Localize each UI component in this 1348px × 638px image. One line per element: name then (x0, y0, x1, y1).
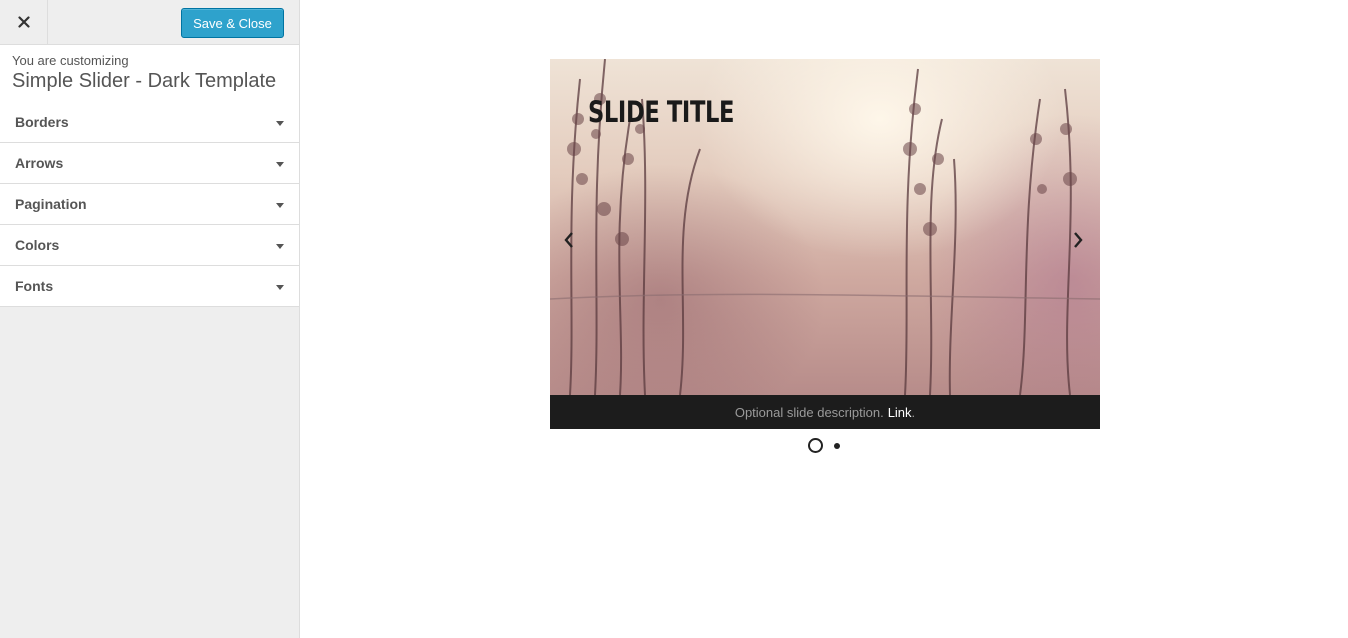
chevron-right-icon (1074, 232, 1083, 248)
section-label: Arrows (15, 155, 64, 171)
customizer-sidebar: Save & Close You are customizing Simple … (0, 0, 300, 638)
prev-arrow[interactable] (562, 231, 576, 249)
caret-down-icon (276, 285, 284, 290)
caret-down-icon (276, 121, 284, 126)
section-label: Fonts (15, 278, 54, 294)
section-pagination[interactable]: Pagination (0, 184, 299, 225)
pagination-dot-1[interactable] (808, 438, 823, 453)
slide-image: SLIDE TITLE (550, 59, 1100, 395)
customizing-info: You are customizing Simple Slider - Dark… (0, 45, 299, 103)
slider-preview: SLIDE TITLE Optional slide description. … (550, 59, 1100, 429)
close-button[interactable] (0, 0, 48, 44)
save-and-close-button[interactable]: Save & Close (181, 8, 284, 38)
pagination-dot-2[interactable] (834, 443, 840, 449)
slider-pagination (808, 438, 848, 454)
slide-title: SLIDE TITLE (588, 95, 735, 129)
section-label: Borders (15, 114, 69, 130)
caret-down-icon (276, 162, 284, 167)
caret-down-icon (276, 244, 284, 249)
caret-down-icon (276, 203, 284, 208)
section-label: Colors (15, 237, 60, 253)
section-label: Pagination (15, 196, 87, 212)
customizer-header: Save & Close (0, 0, 299, 45)
section-borders[interactable]: Borders (0, 102, 299, 143)
chevron-left-icon (564, 232, 573, 248)
slide-description: Optional slide description. (734, 404, 884, 420)
close-icon (17, 16, 30, 28)
link-suffix: . (911, 404, 916, 420)
next-arrow[interactable] (1071, 231, 1085, 249)
section-fonts[interactable]: Fonts (0, 266, 299, 307)
slide-link[interactable]: Link (888, 405, 912, 420)
customizing-label: You are customizing (12, 53, 129, 68)
section-arrows[interactable]: Arrows (0, 143, 299, 184)
section-colors[interactable]: Colors (0, 225, 299, 266)
slide-caption: Optional slide description. Link . (550, 395, 1100, 429)
customizer-sections: Borders Arrows Pagination Colors Fonts (0, 102, 299, 307)
template-title: Simple Slider - Dark Template (12, 70, 277, 92)
